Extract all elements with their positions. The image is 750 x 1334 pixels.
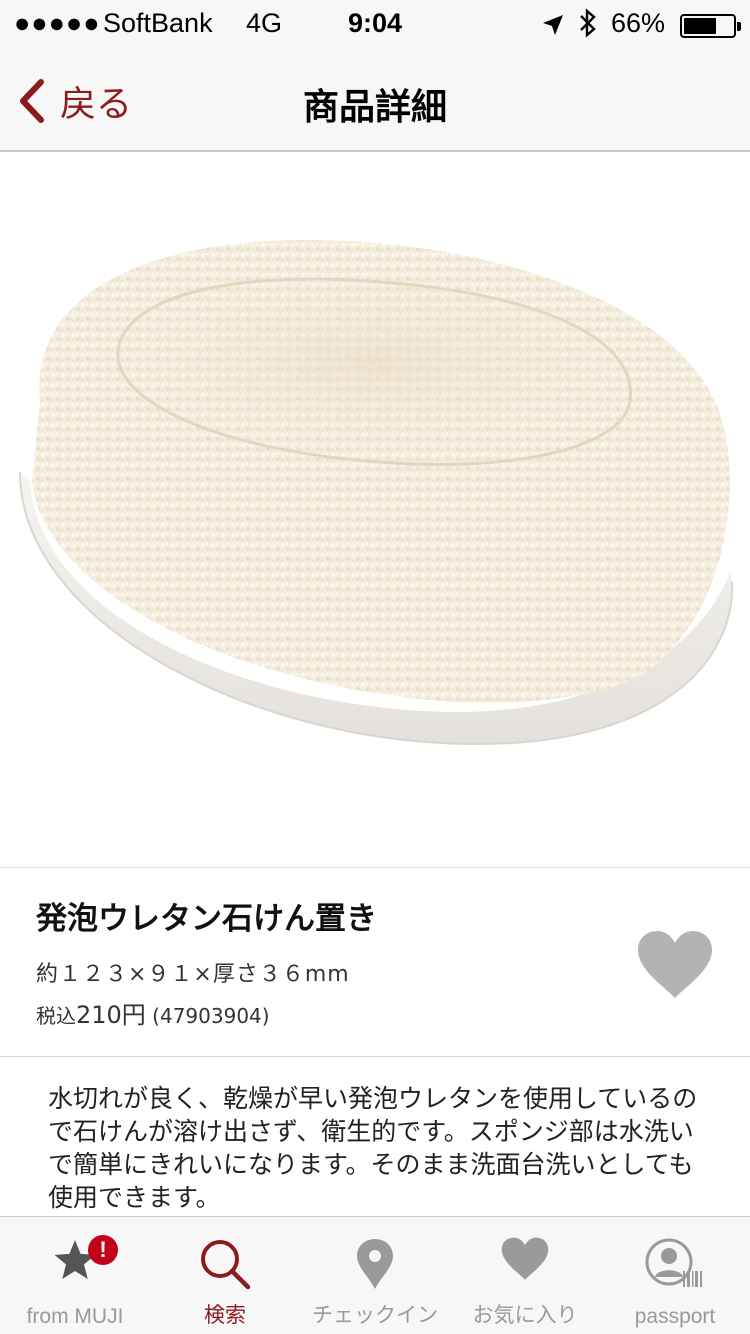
search-icon [201, 1240, 251, 1290]
battery-percent: 66% [611, 8, 666, 38]
navigation-bar: 戻る 商品詳細 [0, 50, 750, 152]
product-name: 発泡ウレタン石けん置き [36, 901, 377, 937]
tab-label: お気に入り [472, 1304, 578, 1327]
product-image [0, 152, 750, 868]
heart-icon [501, 1237, 549, 1280]
price-prefix: 税込 [36, 1004, 76, 1028]
tab-from-muji[interactable]: ! from MUJI [0, 1217, 150, 1334]
divider [0, 1056, 750, 1057]
tab-checkin[interactable]: チェックイン [300, 1217, 450, 1334]
tab-label: チェックイン [312, 1304, 438, 1327]
tab-passport[interactable]: passport [600, 1217, 750, 1334]
notification-badge: ! [88, 1235, 118, 1265]
tab-label: 検索 [204, 1304, 246, 1327]
battery-icon [680, 14, 741, 38]
passport-icon [645, 1238, 702, 1287]
price-value: 210円 [76, 1001, 146, 1029]
location-pin-icon [357, 1239, 393, 1289]
product-description: 水切れが良く、乾燥が早い発泡ウレタンを使用しているので石けんが溶け出さず、衛生的… [48, 1084, 698, 1212]
tab-label: from MUJI [26, 1305, 124, 1328]
price-line: 税込210円 (47903904) [36, 995, 270, 1030]
product-code: (47903904) [152, 1004, 270, 1028]
tab-favorites[interactable]: お気に入り [450, 1217, 600, 1334]
product-size: 約１２３×９１×厚さ３６mm [36, 962, 350, 987]
tab-bar: ! from MUJI 検索 チェックイン お気に入り passport [0, 1216, 750, 1334]
favorite-button[interactable] [636, 930, 714, 1000]
tab-search[interactable]: 検索 [150, 1217, 300, 1334]
tab-label: passport [634, 1305, 716, 1328]
page-title: 商品詳細 [302, 87, 447, 128]
location-arrow-icon [542, 12, 564, 43]
heart-icon [638, 931, 712, 998]
bluetooth-icon [578, 7, 598, 46]
status-bar: ●●●●● SoftBank 4G 9:04 66% [0, 0, 750, 50]
